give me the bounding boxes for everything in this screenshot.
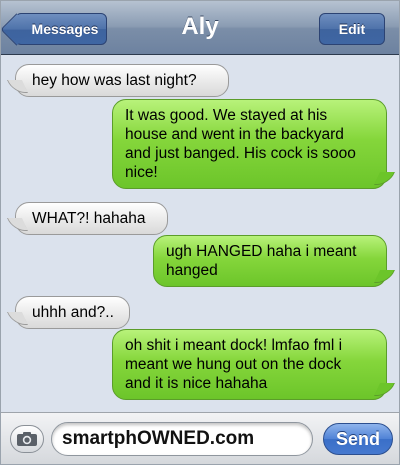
received-message[interactable]: uhhh and?.. <box>15 296 130 329</box>
sent-message[interactable]: oh shit i meant dock! lmfao fml i meant … <box>112 329 387 400</box>
camera-button[interactable] <box>10 425 44 453</box>
sent-message[interactable]: It was good. We stayed at his house and … <box>112 99 387 189</box>
navigation-bar: Messages Aly Edit <box>1 1 399 55</box>
messages-screen: Messages Aly Edit hey how was last night… <box>0 0 400 465</box>
camera-icon <box>17 432 37 446</box>
sent-message[interactable]: ugh HANGED haha i meant hanged <box>153 235 387 287</box>
edit-button[interactable]: Edit <box>319 13 385 45</box>
send-button[interactable]: Send <box>323 423 393 455</box>
message-input[interactable]: smartphOWNED.com <box>51 422 313 456</box>
received-message[interactable]: hey how was last night? <box>15 64 229 97</box>
compose-bar: smartphOWNED.com Send <box>1 412 399 464</box>
received-message[interactable]: WHAT?! hahaha <box>15 202 168 235</box>
